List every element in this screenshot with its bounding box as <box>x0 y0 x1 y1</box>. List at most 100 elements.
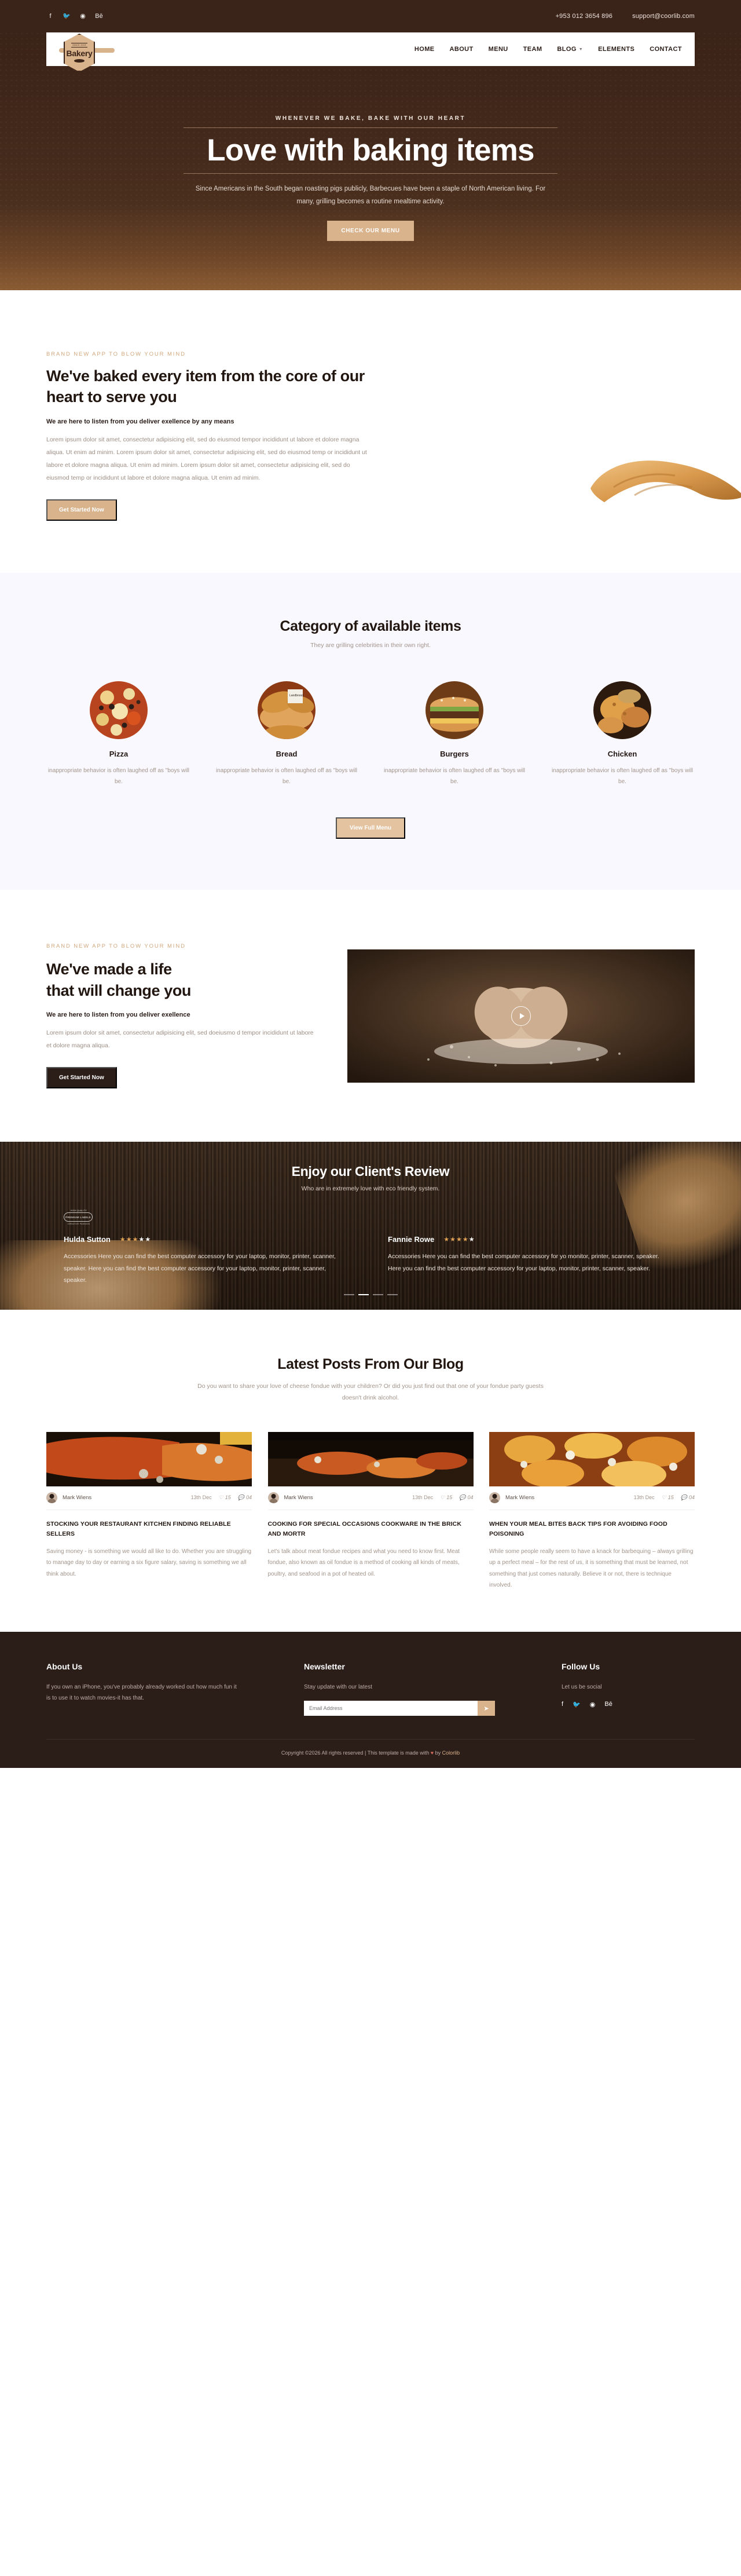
view-full-menu-button[interactable]: View Full Menu <box>335 817 406 839</box>
premium-label-badge: HIGH QUALITY PREMIUM LABELS CREATIVE PAS… <box>64 1210 94 1229</box>
nav-item-elements[interactable]: ELEMENTS <box>598 46 634 53</box>
nav-label: CONTACT <box>650 46 682 53</box>
rating-stars: ★★★★★ <box>443 1236 475 1244</box>
nav-item-about[interactable]: ABOUT <box>450 46 474 53</box>
burger-image <box>425 681 483 740</box>
post-likes: ♡ 15 <box>219 1495 231 1501</box>
post-comments: 💬 04 <box>459 1495 473 1501</box>
category-card[interactable]: Pizza inappropriate behavior is often la… <box>46 681 191 787</box>
about-lead: We are here to listen from you deliver e… <box>46 418 234 425</box>
footer-follow-text: Let us be social <box>562 1683 602 1690</box>
review-text: Accessories Here you can find the best c… <box>388 1253 659 1272</box>
badge-mid-text: PREMIUM LABELS <box>64 1212 93 1222</box>
nav-item-contact[interactable]: CONTACT <box>650 46 682 53</box>
dribbble-icon[interactable]: ◉ <box>590 1701 596 1708</box>
nav-item-team[interactable]: TEAM <box>523 46 542 53</box>
dribbble-icon[interactable]: ◉ <box>79 13 87 20</box>
nav-label: HOME <box>414 46 435 53</box>
carousel-dot[interactable] <box>372 1294 383 1296</box>
likes-count: 15 <box>667 1495 674 1501</box>
life-paragraph: Lorem ipsum dolor sit amet, consectetur … <box>46 1029 314 1049</box>
get-started-button[interactable]: Get Started Now <box>46 499 117 521</box>
behance-icon[interactable]: Bē <box>95 13 103 20</box>
life-eyebrow: BRAND NEW APP TO BLOW YOUR MIND <box>46 943 186 950</box>
chevron-down-icon: ▼ <box>578 47 584 52</box>
post-title[interactable]: STOCKING YOUR RESTAURANT KITCHEN FINDING… <box>46 1519 252 1540</box>
bread-icon <box>74 59 85 63</box>
nav-item-blog[interactable]: BLOG ▼ <box>557 46 583 53</box>
behance-icon[interactable]: Bē <box>604 1701 612 1708</box>
footer-about-title: About Us <box>46 1661 83 1671</box>
reviewer-name: Hulda Sutton <box>64 1235 111 1244</box>
nav-label: ABOUT <box>449 46 474 53</box>
category-card[interactable]: Landbrood Bread inappropriate behavior i… <box>214 681 359 787</box>
about-paragraph: Lorem ipsum dolor sit amet, consectetur … <box>46 436 367 482</box>
category-name: Pizza <box>109 750 129 759</box>
reviews-section: Enjoy our Client's Review Who are in ext… <box>0 1142 741 1310</box>
facebook-icon[interactable]: f <box>46 13 54 20</box>
comments-count: 04 <box>688 1495 695 1501</box>
footer-newsletter-column: Newsletter Stay update with our latest ➤ <box>304 1662 495 1716</box>
likes-count: 15 <box>446 1495 453 1501</box>
nav-item-home[interactable]: HOME <box>414 46 435 53</box>
post-comments: 💬 04 <box>681 1495 695 1501</box>
chicken-image <box>593 681 651 740</box>
carousel-dot[interactable] <box>343 1294 354 1296</box>
carousel-dot-active[interactable] <box>358 1294 369 1296</box>
twitter-icon[interactable]: 🐦 <box>573 1701 581 1708</box>
badge-bottom-text: CREATIVE PASSION <box>67 1223 90 1226</box>
comments-count: 04 <box>245 1495 252 1501</box>
blog-post-card[interactable]: Mark Wiens 13th Dec ♡ 15 💬 04 STOCKING YOU… <box>46 1431 252 1591</box>
newsletter-submit-button[interactable]: ➤ <box>478 1701 495 1716</box>
category-card[interactable]: Chicken inappropriate behavior is often … <box>550 681 695 787</box>
category-desc: inappropriate behavior is often laughed … <box>383 768 526 785</box>
author-avatar <box>267 1492 279 1503</box>
blog-post-card[interactable]: Mark Wiens 13th Dec ♡ 15 💬 04 COOKING FOR … <box>267 1431 474 1591</box>
navigation-bar: SINCE 2019 Bakery HOME ABOUT MENU TEAM B… <box>0 32 741 72</box>
blog-subtitle: Do you want to share your love of cheese… <box>197 1383 544 1401</box>
post-excerpt: Let's talk about meat fondue recipes and… <box>267 1548 460 1577</box>
category-card[interactable]: Burgers inappropriate behavior is often … <box>382 681 527 787</box>
main-menu: HOME ABOUT MENU TEAM BLOG ▼ ELEMENTS CONT… <box>414 46 682 53</box>
life-section: BRAND NEW APP TO BLOW YOUR MIND We've ma… <box>0 890 741 1142</box>
carousel-dots <box>343 1294 398 1296</box>
colorlib-link[interactable]: Colorlib <box>442 1750 460 1756</box>
hero-title-frame: Love with baking items <box>184 127 557 174</box>
category-name: Bread <box>276 750 298 759</box>
post-thumbnail <box>267 1431 474 1486</box>
blog-post-list: Mark Wiens 13th Dec ♡ 15 💬 04 STOCKING YOU… <box>46 1431 695 1591</box>
post-author: Mark Wiens <box>63 1494 92 1501</box>
twitter-icon[interactable]: 🐦 <box>63 13 71 20</box>
rating-stars: ★★★★★ <box>119 1236 152 1244</box>
get-started-button-dark[interactable]: Get Started Now <box>46 1067 117 1089</box>
blog-post-card[interactable]: Mark Wiens 13th Dec ♡ 15 💬 04 WHEN YOUR ME… <box>489 1431 695 1591</box>
email-input[interactable] <box>304 1701 478 1716</box>
life-title-line1: We've made a life <box>46 960 172 978</box>
footer-follow-title: Follow Us <box>562 1661 600 1671</box>
footer-about-text: If you own an iPhone, you've probably al… <box>46 1683 237 1702</box>
check-our-menu-button[interactable]: CHECK OUR MENU <box>327 220 414 241</box>
post-author: Mark Wiens <box>505 1494 535 1501</box>
author-avatar <box>489 1492 500 1503</box>
contact-email[interactable]: support@coorlib.com <box>632 13 695 20</box>
categories-subtitle: They are grilling celebrities in their o… <box>310 642 431 649</box>
carousel-dot[interactable] <box>387 1294 398 1296</box>
footer-follow-column: Follow Us Let us be social f 🐦 ◉ Bē <box>562 1662 695 1716</box>
contact-phone[interactable]: +953 012 3654 896 <box>556 13 613 20</box>
post-likes: ♡ 15 <box>440 1495 452 1501</box>
video-thumbnail[interactable] <box>347 949 695 1083</box>
logo-since-text: SINCE 2019 <box>71 43 87 47</box>
site-logo[interactable]: SINCE 2019 Bakery <box>59 32 129 72</box>
post-title[interactable]: COOKING FOR SPECIAL OCCASIONS COOKWARE I… <box>268 1519 474 1540</box>
post-title[interactable]: WHEN YOUR MEAL BITES BACK TIPS FOR AVOID… <box>489 1519 695 1540</box>
reviews-list: HIGH QUALITY PREMIUM LABELS CREATIVE PAS… <box>64 1210 677 1286</box>
nav-label: BLOG <box>557 46 577 53</box>
facebook-icon[interactable]: f <box>562 1701 563 1708</box>
life-title-line2: that will change you <box>46 981 192 999</box>
comment-icon: 💬 <box>237 1494 244 1500</box>
nav-item-menu[interactable]: MENU <box>489 46 508 53</box>
play-button[interactable] <box>511 1006 531 1026</box>
reviews-title: Enjoy our Client's Review <box>291 1164 450 1179</box>
post-date: 13th Dec <box>633 1495 655 1501</box>
author-avatar <box>46 1492 57 1503</box>
